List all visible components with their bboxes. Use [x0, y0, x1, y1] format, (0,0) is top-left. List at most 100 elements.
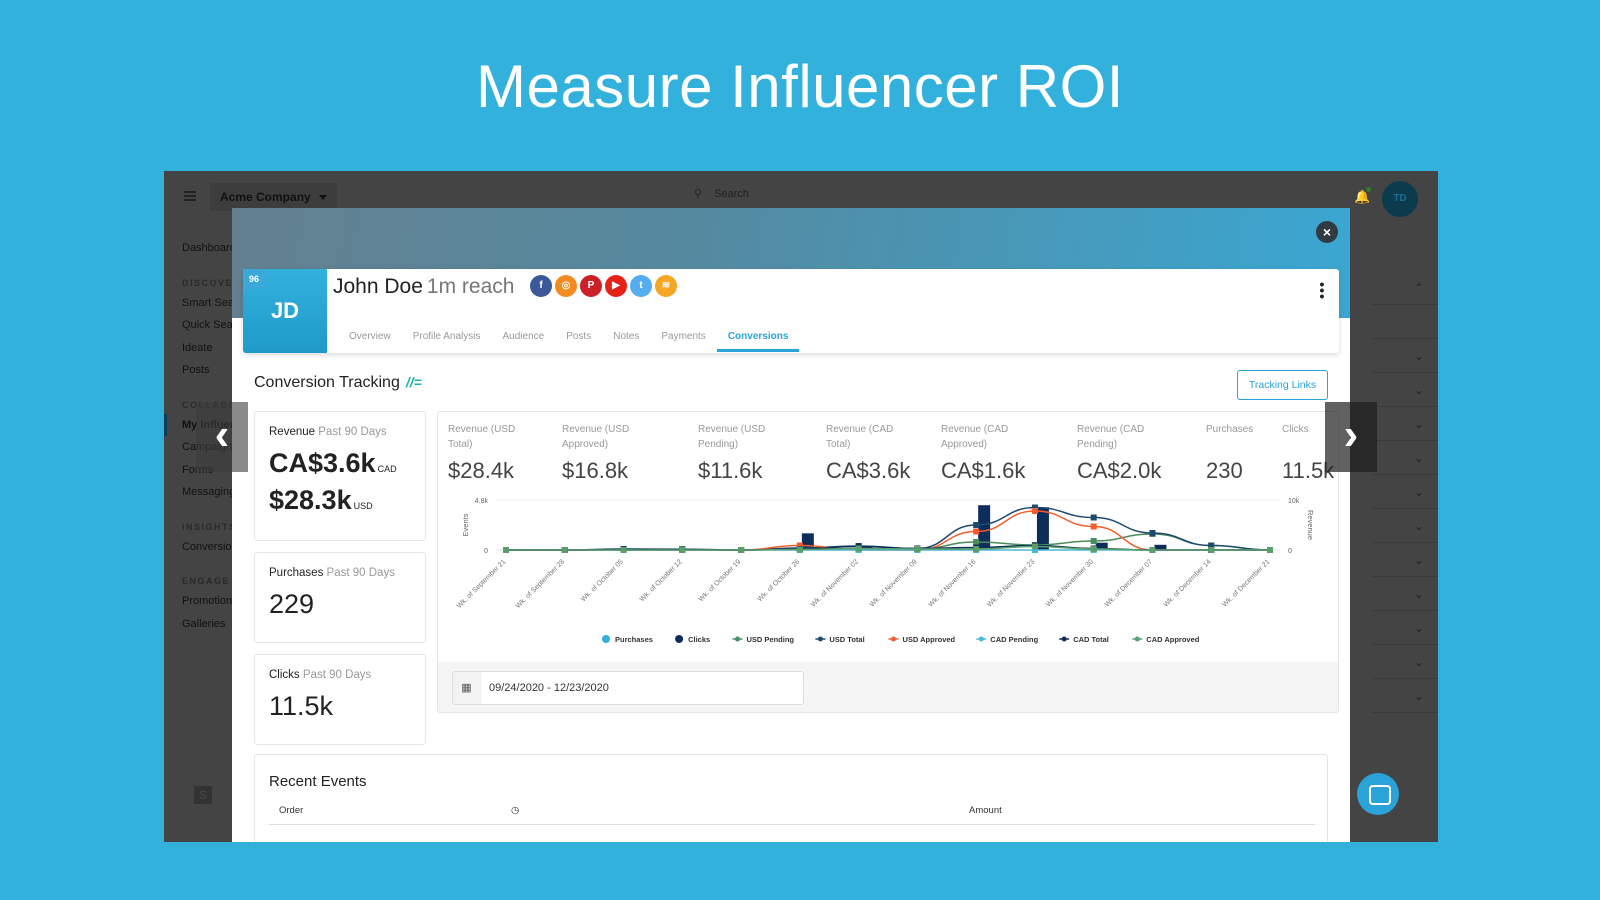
- chevron-down-icon[interactable]: ⌄: [1372, 407, 1438, 441]
- clicks-card: Clicks Past 90 Days 11.5k: [254, 654, 426, 745]
- chevron-down-icon[interactable]: ⌄: [1372, 339, 1438, 373]
- bar-clicks: [978, 505, 991, 550]
- point-cad-approved: [679, 547, 686, 553]
- column-amount[interactable]: Amount: [969, 805, 1002, 816]
- card-label: Revenue Past 90 Days: [269, 426, 387, 438]
- notification-dot: [1366, 187, 1371, 192]
- tab-conversions[interactable]: Conversions: [716, 325, 800, 352]
- company-selector[interactable]: Acme Company: [210, 183, 337, 211]
- card-label: Purchases Past 90 Days: [269, 567, 395, 579]
- conversion-chart-panel: Revenue (USD Total) $28.4k Revenue (USD A…: [437, 411, 1339, 713]
- chevron-down-icon[interactable]: ⌄: [1372, 577, 1438, 611]
- x-tick-label: Wk. of September 28: [515, 558, 567, 610]
- legend-marker: [817, 636, 823, 642]
- point-cad-approved: [973, 546, 980, 552]
- tracking-links-button[interactable]: Tracking Links: [1237, 370, 1328, 400]
- point-usd-pending: [1090, 538, 1097, 544]
- close-button[interactable]: ×: [1316, 221, 1338, 243]
- search-icon: ⚲: [694, 188, 703, 200]
- sidebar-item-galleries[interactable]: Galleries: [164, 613, 234, 636]
- legend-label: CAD Pending: [990, 635, 1038, 644]
- y-tick-label: 4.8k: [475, 498, 489, 505]
- metric-usd-total: Revenue (USD Total) $28.4k: [448, 424, 516, 483]
- chevron-down-icon[interactable]: ⌄: [1372, 475, 1438, 509]
- tab-overview[interactable]: Overview: [338, 325, 402, 352]
- tab-notes[interactable]: Notes: [602, 325, 650, 352]
- legend-label: CAD Total: [1073, 635, 1109, 644]
- revenue-usd: $28.3k USD: [269, 485, 373, 515]
- tab-payments[interactable]: Payments: [650, 325, 716, 352]
- next-slide-button[interactable]: ›: [1325, 402, 1377, 472]
- sidebar-item-quick-search[interactable]: Quick Search: [164, 314, 248, 337]
- sidebar-item-conversions[interactable]: Conversions: [164, 536, 243, 559]
- legend-marker: [1134, 636, 1140, 642]
- x-tick-label: Wk. of November 02: [810, 558, 860, 608]
- x-tick-label: Wk. of November 23: [986, 558, 1036, 608]
- sidebar-item-promotions[interactable]: Promotions: [164, 590, 238, 613]
- metric-purchases: Purchases 230: [1206, 424, 1254, 483]
- chevron-down-icon[interactable]: ⌄: [1372, 509, 1438, 543]
- instagram-icon[interactable]: ◎: [555, 275, 577, 297]
- chevron-down-icon[interactable]: ⌄: [1372, 441, 1438, 475]
- previous-slide-button[interactable]: ‹: [196, 402, 248, 472]
- chevron-down-icon[interactable]: [1372, 305, 1438, 339]
- metric-usd-pending: Revenue (USD Pending) $11.6k: [698, 424, 766, 483]
- influencer-modal: × JD 96 John Doe 1m reach f ◎ P ▶ t ≋ • • •…: [232, 208, 1350, 842]
- point-usd-approved: [973, 528, 980, 535]
- sidebar-section-insights: INSIGHTS: [182, 521, 237, 532]
- point-cad-approved: [1031, 543, 1038, 550]
- bar-clicks: [1036, 507, 1049, 550]
- tab-profile-analysis[interactable]: Profile Analysis: [402, 325, 492, 352]
- purchases-card: Purchases Past 90 Days 229: [254, 552, 426, 643]
- pinterest-icon[interactable]: P: [580, 275, 602, 297]
- menu-icon[interactable]: [184, 191, 196, 201]
- tab-posts[interactable]: Posts: [555, 325, 602, 352]
- point-cad-approved: [796, 546, 803, 553]
- revenue-cad: CA$3.6k CAD: [269, 448, 397, 478]
- chevron-down-icon[interactable]: ⌄: [1372, 679, 1438, 713]
- search-placeholder: Search: [714, 187, 749, 200]
- youtube-icon[interactable]: ▶: [605, 275, 627, 297]
- x-tick-label: Wk. of December 21: [1221, 558, 1271, 608]
- x-tick-label: Wk. of November 09: [869, 558, 919, 608]
- x-tick-label: Wk. of December 14: [1163, 558, 1213, 608]
- twitter-icon[interactable]: t: [630, 275, 652, 297]
- sidebar-item-dashboard[interactable]: Dashboard: [164, 237, 236, 260]
- metric-cad-approved: Revenue (CAD Approved) CA$1.6k: [941, 424, 1026, 483]
- chevron-down-icon[interactable]: ⌄: [1372, 645, 1438, 679]
- recent-events-card: Recent Events Order ◷ Amount: [254, 754, 1328, 842]
- point-usd-pending: [973, 539, 980, 545]
- revenue-card: Revenue Past 90 Days CA$3.6k CAD $28.3k US…: [254, 411, 426, 541]
- more-options-icon[interactable]: • • •: [1319, 277, 1325, 303]
- sidebar-section-discover: DISCOVER: [182, 277, 242, 288]
- chat-launcher-button[interactable]: [1357, 773, 1399, 815]
- x-tick-label: Wk. of December 07: [1104, 558, 1154, 608]
- tab-audience[interactable]: Audience: [492, 325, 556, 352]
- legend-marker: [1061, 636, 1067, 642]
- chevron-down-icon[interactable]: ⌄: [1372, 373, 1438, 407]
- clicks-value: 11.5k: [269, 691, 334, 721]
- sidebar-item-ideate[interactable]: Ideate: [164, 337, 234, 360]
- point-cad-approved: [914, 546, 921, 552]
- sidebar-item-smart-search[interactable]: Smart Search: [164, 292, 249, 315]
- legend-label: USD Approved: [903, 635, 956, 644]
- facebook-icon[interactable]: f: [530, 275, 552, 297]
- rss-icon[interactable]: ≋: [655, 275, 677, 297]
- chevron-up-icon[interactable]: ⌃: [1372, 271, 1438, 305]
- x-tick-label: Wk. of October 05: [580, 558, 625, 603]
- user-avatar[interactable]: TD: [1382, 181, 1418, 217]
- card-label: Clicks Past 90 Days: [269, 669, 372, 681]
- point-usd-approved: [1031, 508, 1038, 514]
- y-tick-label: 0: [484, 548, 488, 555]
- point-usd-total: [973, 522, 980, 528]
- date-range-input[interactable]: ▦ 09/24/2020 - 12/23/2020: [452, 671, 804, 705]
- sidebar-item-messaging[interactable]: Messaging: [164, 481, 235, 504]
- column-order[interactable]: Order: [279, 805, 303, 816]
- chevron-down-icon[interactable]: ⌄: [1372, 543, 1438, 577]
- chevron-down-icon[interactable]: ⌄: [1372, 611, 1438, 645]
- sidebar-item-posts[interactable]: Posts: [164, 359, 234, 382]
- x-tick-label: Wk. of September 21: [456, 558, 508, 610]
- point-usd-approved: [1090, 523, 1097, 530]
- search-bar[interactable]: ⚲ Search: [694, 187, 749, 201]
- legend-marker: [735, 636, 740, 642]
